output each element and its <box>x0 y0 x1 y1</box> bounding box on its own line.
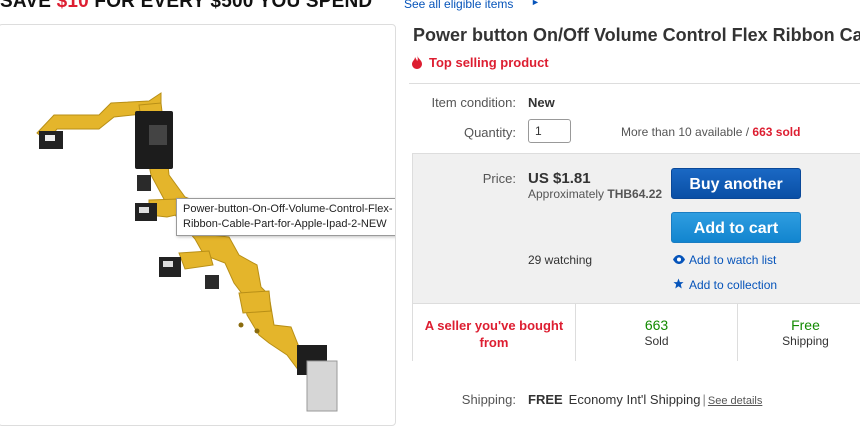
seller-history-note: A seller you've bought from <box>413 304 576 361</box>
sold-number: 663 <box>644 317 669 333</box>
top-selling-label: Top selling product <box>429 55 549 70</box>
availability-text: More than 10 available / 663 sold <box>621 125 800 139</box>
arrow-right-icon[interactable]: ► <box>531 0 540 7</box>
add-to-watch-list-link[interactable]: Add to watch list <box>673 253 776 267</box>
condition-value: New <box>528 95 555 110</box>
promo-amount: $10 <box>56 0 89 12</box>
available-count: More than 10 available / <box>621 125 753 139</box>
stats-row: A seller you've bought from 663 Sold Fre… <box>413 303 860 361</box>
top-selling-badge: Top selling product <box>411 55 549 72</box>
price-value: US $1.81 <box>528 170 591 187</box>
quantity-input[interactable]: 1 <box>528 119 571 143</box>
product-image-panel[interactable]: Power-button-On-Off-Volume-Control-Flex-… <box>0 24 396 426</box>
collection-label[interactable]: Add to collection <box>689 278 777 292</box>
sold-label: Sold <box>644 334 669 348</box>
shipping-free: Free <box>791 317 820 333</box>
see-details-link[interactable]: See details <box>708 395 762 407</box>
add-to-cart-button[interactable]: Add to cart <box>671 212 801 243</box>
shipping-stat: Free Shipping <box>738 304 860 361</box>
shipping-value: FREE Economy Int'l Shipping | See details <box>528 392 762 407</box>
quantity-label: Quantity: <box>463 125 516 140</box>
watch-list-label[interactable]: Add to watch list <box>689 253 776 267</box>
promo-text: SAVE $10 FOR EVERY $500 YOU SPEND <box>0 0 372 13</box>
shipping-separator: | <box>702 392 706 407</box>
condition-label: Item condition: <box>431 95 516 110</box>
sold-count-link[interactable]: 663 sold <box>752 125 800 139</box>
add-to-collection-link[interactable]: Add to collection <box>673 278 777 292</box>
shipping-label: Shipping <box>782 334 829 348</box>
shipping-free-text: FREE <box>528 392 563 407</box>
shipping-row-label: Shipping: <box>461 392 516 407</box>
sold-stat[interactable]: 663 Sold <box>576 304 738 361</box>
divider <box>409 83 860 84</box>
approx-value: THB64.22 <box>607 187 663 201</box>
eye-icon <box>673 255 689 267</box>
price-approx: Approximately THB64.22 <box>528 187 662 201</box>
watching-count: 29 watching <box>528 253 593 267</box>
fire-icon <box>411 55 425 72</box>
approx-prefix: Approximately <box>528 187 608 201</box>
see-eligible-items-link[interactable]: See all eligible items <box>404 0 513 11</box>
promo-suffix: FOR EVERY $500 YOU SPEND <box>88 0 373 12</box>
star-icon <box>673 278 689 292</box>
promo-prefix: SAVE <box>0 0 57 12</box>
price-label: Price: <box>482 171 516 186</box>
listing-title: Power button On/Off Volume Control Flex … <box>413 25 860 45</box>
buy-another-button[interactable]: Buy another <box>671 168 801 199</box>
image-tooltip: Power-button-On-Off-Volume-Control-Flex-… <box>176 198 395 236</box>
shipping-method: Economy Int'l Shipping <box>568 392 701 407</box>
